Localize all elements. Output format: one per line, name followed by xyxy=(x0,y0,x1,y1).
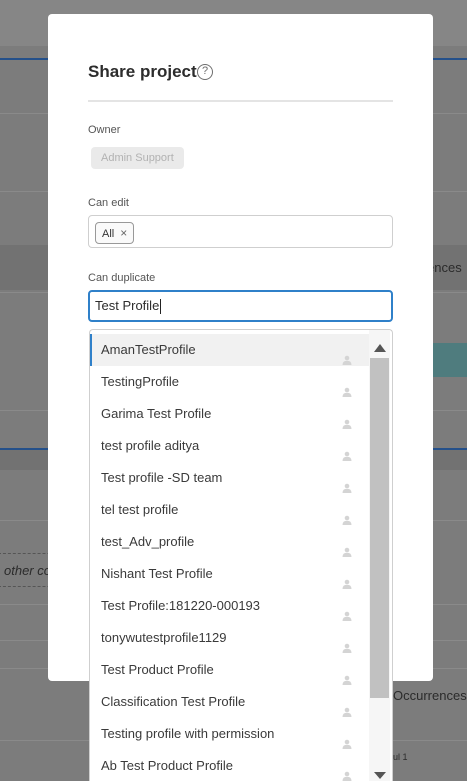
user-icon xyxy=(341,761,353,781)
can-edit-label: Can edit xyxy=(88,197,129,209)
owner-tag: Admin Support xyxy=(91,147,184,169)
user-icon xyxy=(341,505,353,525)
user-icon xyxy=(341,601,353,621)
profile-option[interactable]: Ab Test Product Profile xyxy=(90,750,370,781)
chip-remove-icon[interactable]: × xyxy=(120,226,127,240)
profile-option-label: AmanTestProfile xyxy=(101,342,196,357)
profile-option-label: tonywutestprofile1129 xyxy=(101,630,227,645)
user-icon xyxy=(341,569,353,589)
user-icon xyxy=(341,377,353,397)
profile-option-label: Test Profile:181220-000193 xyxy=(101,598,261,613)
owner-label: Owner xyxy=(88,124,121,136)
user-icon xyxy=(341,441,353,461)
user-icon xyxy=(341,633,353,653)
can-edit-chip: All × xyxy=(95,222,135,244)
can-duplicate-label: Can duplicate xyxy=(88,272,156,284)
user-icon xyxy=(341,473,353,493)
profile-option-label: test profile aditya xyxy=(101,438,200,453)
dialog-title: Share project xyxy=(88,62,197,81)
profile-option-label: Garima Test Profile xyxy=(101,406,212,421)
user-icon xyxy=(341,345,353,365)
background-column-text: Occurrences xyxy=(393,688,467,703)
profile-option[interactable]: tel test profile xyxy=(90,494,370,526)
user-icon xyxy=(341,665,353,685)
scrollbar-thumb[interactable] xyxy=(370,358,389,698)
profile-option-label: Testing profile with permission xyxy=(101,726,275,741)
user-icon xyxy=(341,697,353,717)
background-small-text: ul 1 xyxy=(393,752,408,762)
profile-option-label: TestingProfile xyxy=(101,374,180,389)
background-row-text: other co xyxy=(4,563,51,578)
profile-option[interactable]: test profile aditya xyxy=(90,430,370,462)
can-duplicate-input[interactable]: Test Profile xyxy=(88,290,393,322)
profile-option[interactable]: Testing profile with permission xyxy=(90,718,370,750)
profile-option[interactable]: test_Adv_profile xyxy=(90,526,370,558)
profile-option-label: Test Product Profile xyxy=(101,662,214,677)
profile-suggestions-dropdown: AmanTestProfile TestingProfile Garima Test… xyxy=(89,329,393,781)
profile-option[interactable]: AmanTestProfile xyxy=(90,334,370,366)
profile-option[interactable]: Nishant Test Profile xyxy=(90,558,370,590)
can-edit-field[interactable]: All × xyxy=(88,215,393,248)
profile-option-label: Test profile -SD team xyxy=(101,470,223,485)
help-icon[interactable]: ? xyxy=(197,64,213,80)
profile-option-label: Nishant Test Profile xyxy=(101,566,213,581)
profile-option[interactable]: TestingProfile xyxy=(90,366,370,398)
profile-option[interactable]: Test profile -SD team xyxy=(90,462,370,494)
user-icon xyxy=(341,409,353,429)
profile-option[interactable]: Classification Test Profile xyxy=(90,686,370,718)
profile-option[interactable]: tonywutestprofile1129 xyxy=(90,622,370,654)
user-icon xyxy=(341,537,353,557)
user-icon xyxy=(341,729,353,749)
profile-option-label: Classification Test Profile xyxy=(101,694,246,709)
scroll-up-arrow-icon[interactable] xyxy=(374,344,386,352)
title-divider xyxy=(88,100,393,102)
scroll-down-arrow-icon[interactable] xyxy=(374,772,386,779)
profile-option-label: Ab Test Product Profile xyxy=(101,758,233,773)
profile-option-label: tel test profile xyxy=(101,502,179,517)
chip-label: All xyxy=(102,228,115,240)
profile-option[interactable]: Test Profile:181220-000193 xyxy=(90,590,370,622)
profile-option[interactable]: Garima Test Profile xyxy=(90,398,370,430)
dropdown-scrollbar[interactable] xyxy=(369,330,390,781)
text-cursor xyxy=(160,299,162,315)
profile-option[interactable]: Test Product Profile xyxy=(90,654,370,686)
can-duplicate-value: Test Profile xyxy=(95,298,160,313)
profile-option-label: test_Adv_profile xyxy=(101,534,195,549)
